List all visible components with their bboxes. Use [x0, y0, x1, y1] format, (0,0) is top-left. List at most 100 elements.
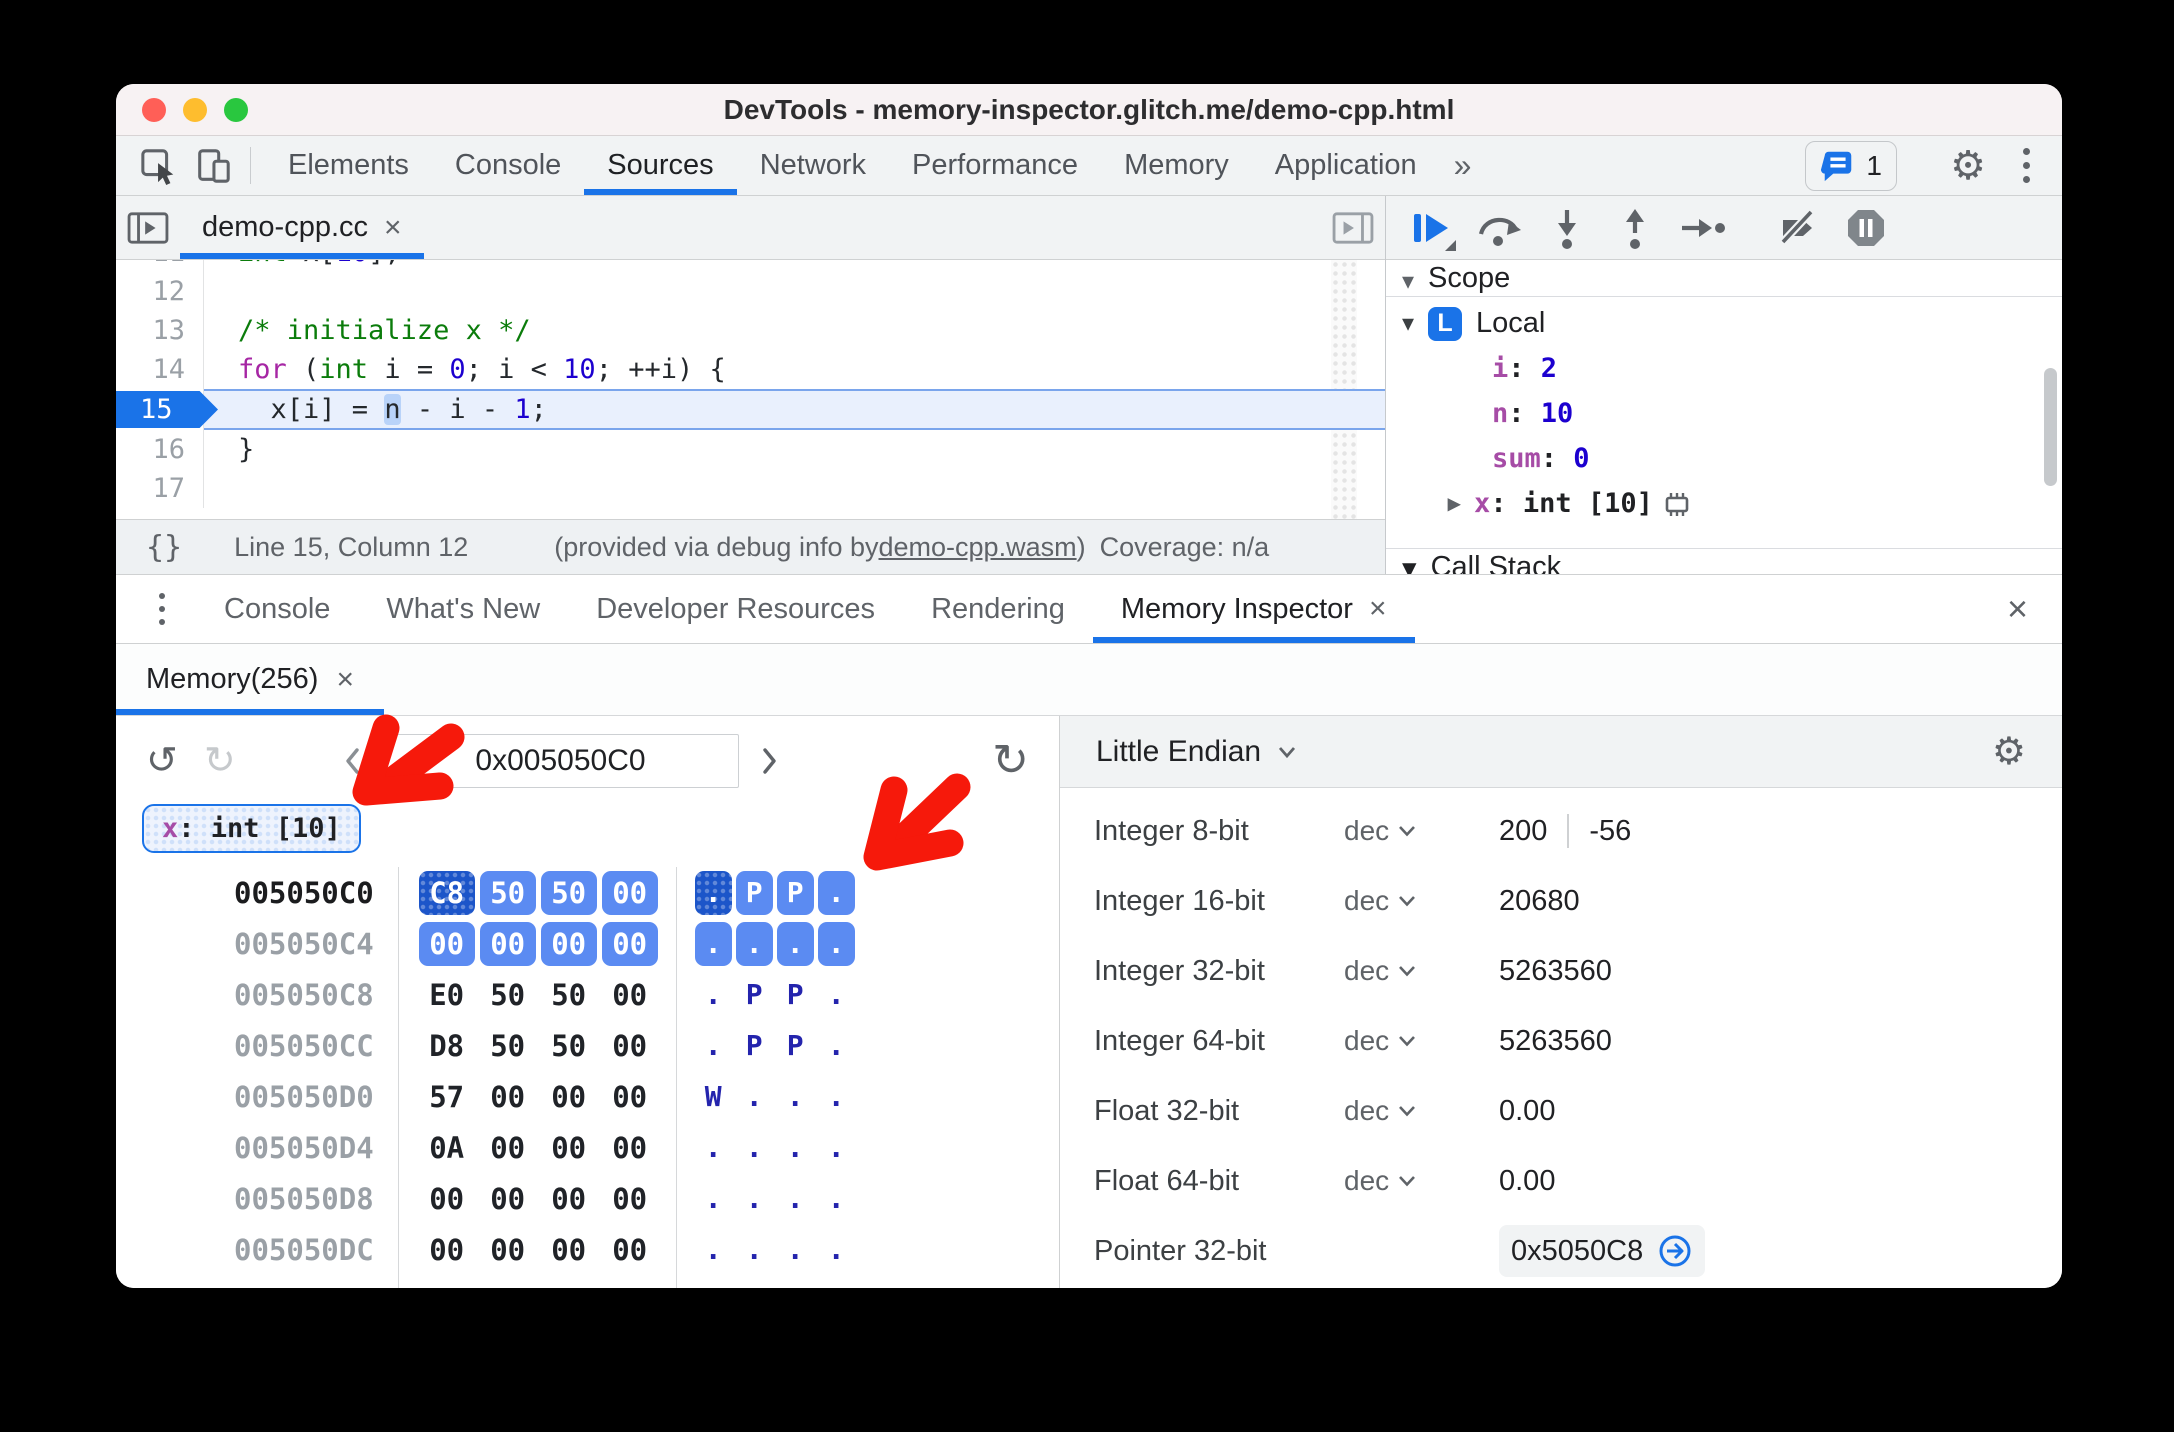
inspect-element-button[interactable] [132, 136, 186, 195]
line-number[interactable]: 12 [116, 272, 204, 311]
hex-byte-cell[interactable]: 57 [419, 1075, 475, 1119]
hex-byte-cell[interactable]: 50 [479, 870, 536, 915]
format-select[interactable]: dec [1344, 885, 1499, 917]
drawer-tab-console[interactable]: Console [196, 575, 358, 643]
hex-byte-cell[interactable]: C8 [418, 870, 475, 915]
hex-byte-cell[interactable]: 00 [602, 1024, 658, 1068]
hex-byte-cell[interactable]: 50 [541, 1024, 597, 1068]
line-number[interactable]: 17 [116, 469, 204, 508]
ascii-cell[interactable]: . [736, 1126, 773, 1170]
hex-byte-cell[interactable]: 50 [480, 1024, 536, 1068]
expand-arrow-icon[interactable]: ▸ [1448, 489, 1460, 518]
ascii-cell[interactable]: P [776, 870, 814, 915]
more-panels-button[interactable]: » [1440, 136, 1486, 195]
collapse-arrow-icon[interactable]: ▾ [1402, 309, 1414, 338]
hex-byte-cell[interactable]: D8 [419, 1024, 475, 1068]
ascii-cell[interactable]: . [736, 1228, 773, 1272]
hex-byte-cell[interactable]: 50 [480, 973, 536, 1017]
hex-byte-cell[interactable]: 00 [541, 1075, 597, 1119]
hex-byte-cell[interactable]: 00 [480, 1126, 536, 1170]
ascii-cell[interactable]: . [777, 1177, 814, 1221]
ascii-cell[interactable]: . [818, 973, 855, 1017]
value-settings-gear-icon[interactable]: ⚙ [1992, 729, 2026, 774]
ascii-cell[interactable]: . [777, 1228, 814, 1272]
ascii-cell[interactable]: . [736, 1177, 773, 1221]
hex-byte-cell[interactable]: 00 [602, 1075, 658, 1119]
hex-byte-cell[interactable]: 00 [418, 921, 475, 966]
ascii-cell[interactable]: . [735, 921, 773, 966]
collapse-arrow-icon[interactable]: ▾ [1402, 268, 1414, 295]
close-memory-tab-icon[interactable]: × [336, 664, 354, 695]
ascii-cell[interactable]: . [694, 870, 732, 915]
tab-network[interactable]: Network [737, 136, 889, 195]
ascii-cell[interactable]: P [736, 973, 773, 1017]
ascii-cell[interactable]: . [818, 1126, 855, 1170]
scope-section-header[interactable]: ▾ Scope [1386, 260, 2062, 297]
open-memory-inspector-icon[interactable] [1661, 489, 1693, 519]
ascii-cell[interactable]: . [817, 870, 855, 915]
ascii-cell[interactable]: . [818, 1075, 855, 1119]
ascii-cell[interactable]: P [777, 1024, 814, 1068]
zoom-window-button[interactable] [224, 97, 248, 122]
step-over-button[interactable] [1468, 201, 1530, 255]
scope-variable-sum[interactable]: sum: 0 [1386, 436, 2062, 481]
call-stack-section-header[interactable]: ▾ Call Stack [1386, 548, 2062, 574]
undo-navigation-button[interactable]: ↺ [146, 742, 178, 780]
ascii-cell[interactable]: . [695, 1228, 732, 1272]
close-window-button[interactable] [142, 97, 166, 122]
line-number[interactable]: 14 [116, 350, 204, 389]
hex-byte-cell[interactable]: E0 [419, 973, 475, 1017]
minimize-window-button[interactable] [183, 97, 207, 122]
drawer-tab-memory-inspector[interactable]: Memory Inspector × [1093, 575, 1415, 643]
ascii-cell[interactable]: . [776, 921, 814, 966]
scope-variable-i[interactable]: i: 2 [1386, 346, 2062, 391]
hex-byte-cell[interactable]: 50 [540, 870, 597, 915]
ascii-cell[interactable]: . [818, 1024, 855, 1068]
ascii-cell[interactable]: . [777, 1126, 814, 1170]
tab-sources[interactable]: Sources [584, 136, 736, 195]
address-input[interactable] [382, 734, 739, 788]
tab-elements[interactable]: Elements [265, 136, 432, 195]
hex-byte-cell[interactable]: 00 [602, 1177, 658, 1221]
tab-console[interactable]: Console [432, 136, 584, 195]
drawer-tab-what-s-new[interactable]: What's New [358, 575, 568, 643]
settings-gear-icon[interactable]: ⚙ [1942, 143, 1994, 189]
ascii-cell[interactable]: . [695, 1177, 732, 1221]
close-tab-icon[interactable]: × [1369, 592, 1387, 626]
format-select[interactable]: dec [1344, 1025, 1499, 1057]
hex-byte-cell[interactable]: 00 [480, 1075, 536, 1119]
drawer-tab-rendering[interactable]: Rendering [903, 575, 1093, 643]
hex-byte-cell[interactable]: 00 [601, 921, 658, 966]
format-select[interactable]: dec [1344, 955, 1499, 987]
hex-byte-cell[interactable]: 00 [602, 1126, 658, 1170]
line-number[interactable]: 16 [116, 430, 204, 469]
hex-byte-cell[interactable]: 00 [419, 1177, 475, 1221]
file-tab-demo-cpp[interactable]: demo-cpp.cc × [180, 196, 424, 259]
toggle-navigator-sidebar-button[interactable] [116, 196, 180, 259]
ascii-cell[interactable]: . [695, 1126, 732, 1170]
format-select[interactable]: dec [1344, 815, 1499, 847]
ascii-cell[interactable]: . [818, 1228, 855, 1272]
close-drawer-button[interactable]: × [2001, 575, 2034, 643]
hex-byte-cell[interactable]: 00 [479, 921, 536, 966]
scope-scrollbar-thumb[interactable] [2044, 368, 2057, 486]
step-button[interactable] [1672, 201, 1734, 255]
ascii-cell[interactable]: P [736, 1024, 773, 1068]
pause-on-exceptions-button[interactable] [1835, 201, 1897, 255]
hex-byte-cell[interactable]: 00 [601, 870, 658, 915]
ascii-cell[interactable]: . [736, 1075, 773, 1119]
scope-variable-x[interactable]: ▸ x: int [10] [1386, 481, 2062, 526]
ascii-cell[interactable]: . [695, 973, 732, 1017]
pretty-print-icon[interactable]: {} [146, 530, 182, 565]
hex-byte-cell[interactable]: 50 [541, 973, 597, 1017]
ascii-cell[interactable]: . [777, 1075, 814, 1119]
ascii-cell[interactable]: . [818, 1177, 855, 1221]
customize-devtools-menu-button[interactable] [2006, 148, 2046, 183]
scope-local-group[interactable]: ▾ L Local [1386, 301, 2062, 346]
redo-navigation-button[interactable]: ↻ [204, 742, 236, 780]
toggle-device-toolbar-button[interactable] [186, 136, 240, 195]
hex-byte-cell[interactable]: 00 [541, 1177, 597, 1221]
resume-script-button[interactable] [1400, 201, 1462, 255]
next-page-button[interactable] [759, 746, 779, 776]
step-into-button[interactable] [1536, 201, 1598, 255]
